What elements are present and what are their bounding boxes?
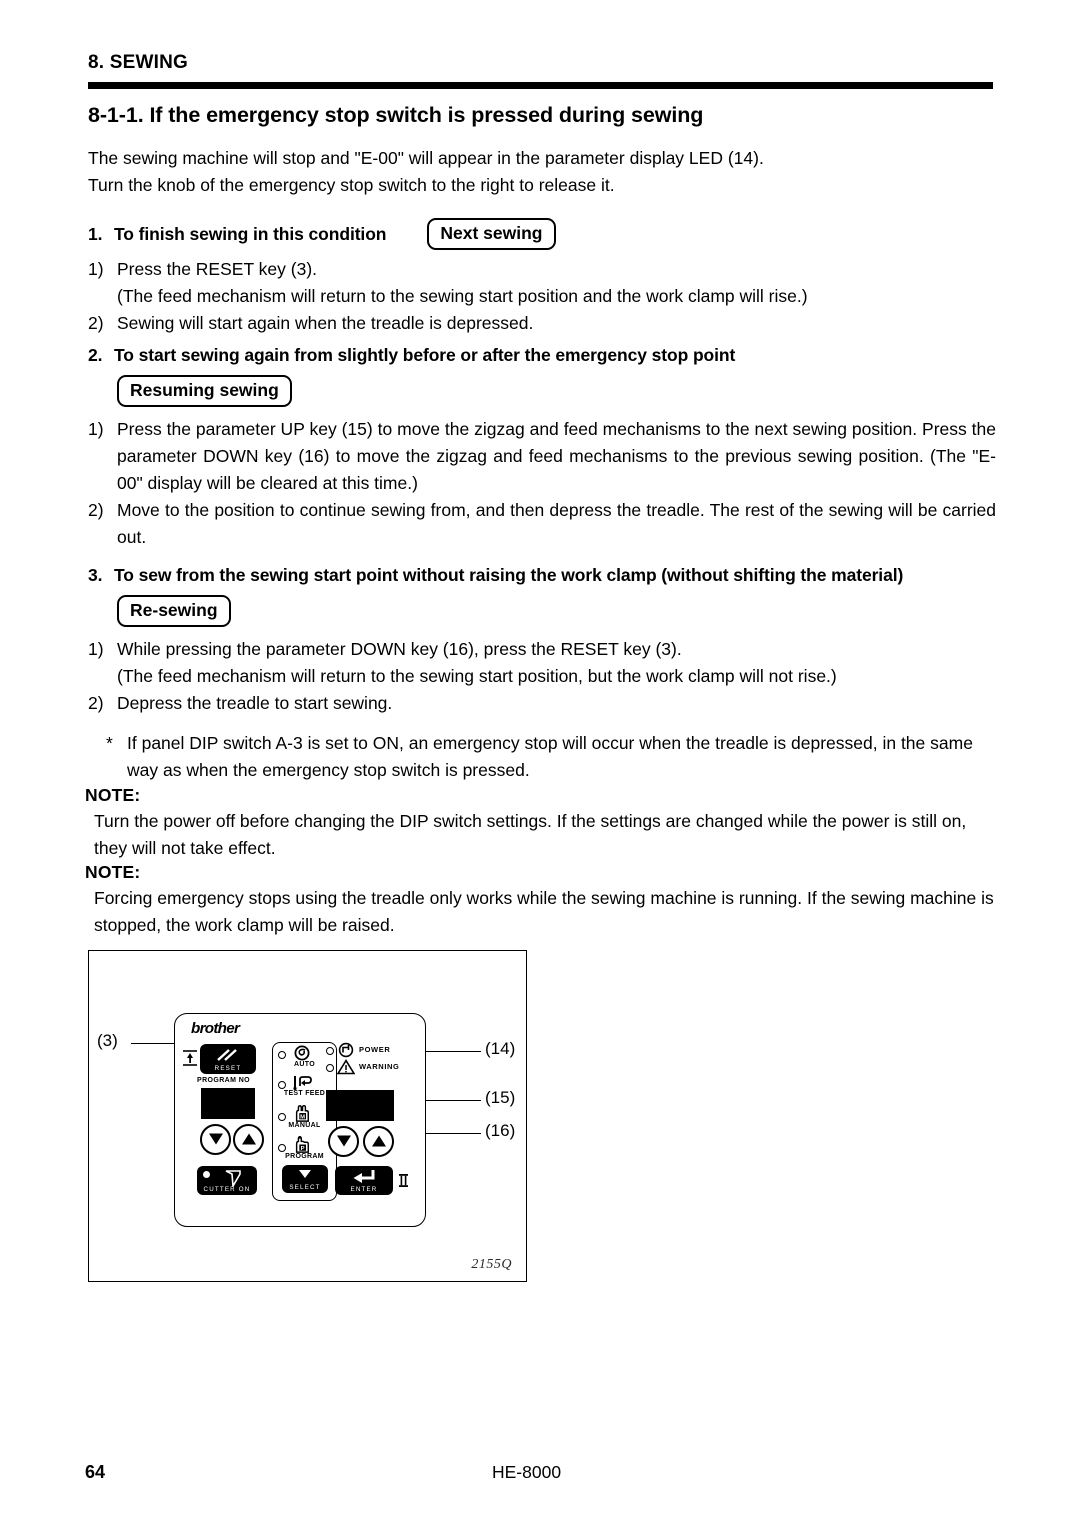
list-item: 2) Depress the treadle to start sewing. — [88, 693, 393, 713]
list-item: 1) Press the RESET key (3). — [88, 259, 318, 279]
manual-glyph: M — [300, 1114, 305, 1120]
section-2-heading: 2. To start sewing again from slightly be… — [88, 345, 736, 365]
box-label-re-sewing: Re-sewing — [117, 595, 231, 627]
callout-14: (14) — [485, 1039, 516, 1058]
auto-led — [278, 1051, 286, 1059]
program-mode-label: PROGRAM — [285, 1153, 324, 1160]
note-1-label: NOTE: — [85, 785, 141, 805]
brother-logo: brother — [191, 1021, 240, 1037]
section-3: 3. To sew from the sewing start point wit… — [88, 565, 1008, 717]
section-3-heading: 3. To sew from the sewing start point wit… — [88, 565, 904, 585]
test-feed-led — [278, 1081, 286, 1089]
list-item: 1) Press the parameter UP key (15) to mo… — [88, 419, 996, 493]
intro-line-1: The sewing machine will stop and "E-00" … — [88, 148, 764, 168]
control-panel-figure: 2155Q (3) (14) (15) (16) brother RESET P… — [88, 950, 527, 1282]
note-1: NOTE: Turn the power off before changing… — [85, 785, 997, 862]
warning-icon — [337, 1059, 355, 1075]
section-2: 2. To start sewing again from slightly be… — [88, 345, 998, 551]
asterisk-mark: * — [106, 733, 113, 753]
note-2-label: NOTE: — [85, 862, 141, 882]
program-glyph: P — [301, 1146, 305, 1152]
parameter-display-led — [326, 1090, 394, 1121]
manual-mode-label: MANUAL — [288, 1122, 321, 1129]
reset-key-label: RESET — [214, 1064, 242, 1072]
manual-page: 8. SEWING 8-1-1. If the emergency stop s… — [0, 0, 1080, 1528]
select-key[interactable]: SELECT — [282, 1165, 328, 1193]
section-3-list: 1) While pressing the parameter DOWN key… — [88, 636, 1008, 717]
intro-line-2: Turn the knob of the emergency stop swit… — [88, 175, 615, 195]
auto-icon — [294, 1045, 310, 1061]
operation-panel: brother RESET PROGRAM NO CUTTER ON AUTO … — [174, 1013, 426, 1227]
warning-led — [326, 1064, 334, 1072]
box-label-next-sewing: Next sewing — [427, 218, 556, 250]
program-no-down-button[interactable] — [200, 1124, 231, 1155]
section-1-heading: 1. To finish sewing in this condition — [88, 223, 387, 244]
list-item: 1) While pressing the parameter DOWN key… — [88, 639, 682, 659]
enter-arrow-icon — [353, 1170, 375, 1183]
power-icon — [338, 1042, 354, 1058]
clamp-up-icon — [183, 1050, 197, 1066]
thread-spool-icon — [399, 1174, 408, 1187]
chapter-heading: 8. SEWING — [88, 52, 188, 73]
callout-16: (16) — [485, 1121, 516, 1140]
program-no-display — [201, 1088, 255, 1119]
power-indicator-label: POWER — [359, 1045, 391, 1054]
program-led — [278, 1144, 286, 1152]
header-rule — [88, 82, 993, 89]
section-title: 8-1-1. If the emergency stop switch is p… — [88, 103, 704, 127]
select-triangle-icon — [299, 1170, 311, 1178]
program-no-label: PROGRAM NO — [197, 1077, 250, 1084]
note-1-text: Turn the power off before changing the D… — [94, 811, 967, 858]
section-2-list: 1) Press the parameter UP key (15) to mo… — [88, 416, 996, 551]
list-item-continuation: (The feed mechanism will return to the s… — [117, 666, 837, 686]
section-1-list: 1) Press the RESET key (3). (The feed me… — [88, 256, 998, 337]
program-hand-icon: P — [295, 1136, 309, 1153]
model-name: HE-8000 — [492, 1462, 562, 1482]
callout-3: (3) — [97, 1031, 118, 1050]
asterisk-note-text: If panel DIP switch A-3 is set to ON, an… — [127, 733, 973, 780]
manual-hand-icon: M — [295, 1105, 309, 1122]
list-item: 2) Sewing will start again when the trea… — [88, 313, 534, 333]
parameter-down-key[interactable] — [328, 1126, 359, 1157]
program-no-up-button[interactable] — [233, 1124, 264, 1155]
list-item: 2) Move to the position to continue sewi… — [88, 500, 996, 547]
cutter-on-key-label: CUTTER ON — [203, 1185, 251, 1193]
intro-paragraph: The sewing machine will stop and "E-00" … — [88, 145, 998, 199]
cutter-icon — [225, 1170, 241, 1187]
reset-key[interactable]: RESET — [200, 1044, 256, 1074]
select-key-label: SELECT — [289, 1183, 321, 1191]
enter-key[interactable]: ENTER — [335, 1166, 393, 1195]
page-number: 64 — [85, 1462, 106, 1482]
cutter-on-key[interactable]: CUTTER ON — [197, 1166, 257, 1195]
parameter-up-key[interactable] — [363, 1126, 394, 1157]
manual-led — [278, 1113, 286, 1121]
power-led — [326, 1047, 334, 1055]
section-1: 1. To finish sewing in this condition Nex… — [88, 218, 998, 337]
list-item-continuation: (The feed mechanism will return to the s… — [117, 286, 808, 306]
cutter-led — [203, 1171, 210, 1178]
note-2-text: Forcing emergency stops using the treadl… — [94, 888, 994, 935]
reset-slash-icon — [217, 1049, 237, 1061]
note-2: NOTE: Forcing emergency stops using the … — [85, 862, 997, 939]
figure-id: 2155Q — [471, 1257, 512, 1272]
enter-key-label: ENTER — [350, 1185, 378, 1193]
box-label-resuming-sewing: Resuming sewing — [117, 375, 292, 407]
asterisk-note: * If panel DIP switch A-3 is set to ON, … — [88, 730, 996, 784]
warning-indicator-label: WARNING — [359, 1062, 400, 1071]
callout-15: (15) — [485, 1088, 516, 1107]
